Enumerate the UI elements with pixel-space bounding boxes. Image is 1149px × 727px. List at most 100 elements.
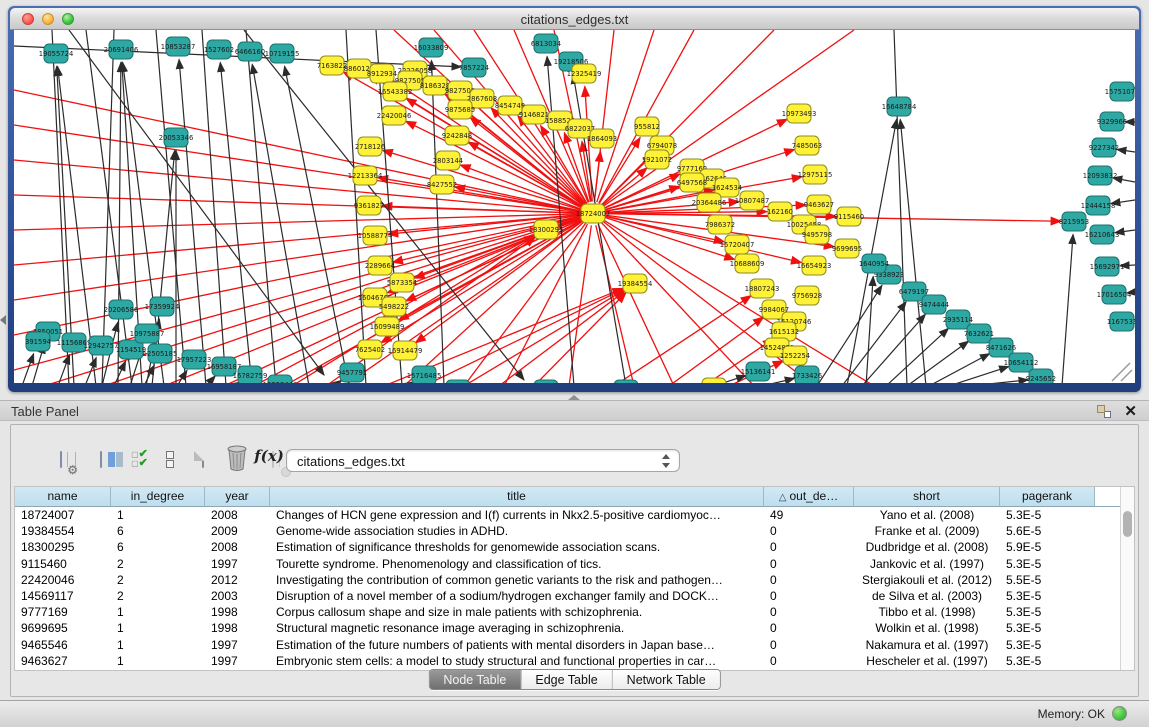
cell-in_degree: 1 xyxy=(111,653,205,669)
graph-node-label: 12093832 xyxy=(1083,172,1118,180)
graph-node-label: 10853287 xyxy=(161,43,196,51)
graph-node-label: 22420046 xyxy=(377,112,412,120)
graph-node-label: 15716485 xyxy=(407,372,442,380)
column-header-in_degree[interactable]: in_degree xyxy=(111,487,205,507)
table-row[interactable]: 1456911722003Disruption of a novel membe… xyxy=(15,588,1120,604)
black-edge xyxy=(969,380,1028,383)
cell-pagerank: 5.5E-5 xyxy=(1000,572,1095,588)
graph-node-label: 12444158 xyxy=(1081,202,1116,210)
graph-node-label: 9115460 xyxy=(834,213,864,221)
delete-table-icon[interactable] xyxy=(223,445,251,473)
cell-pagerank: 5.3E-5 xyxy=(1000,653,1095,669)
column-chooser-icon[interactable] xyxy=(87,445,115,473)
column-header-year[interactable]: year xyxy=(205,487,270,507)
float-window-icon[interactable] xyxy=(1097,405,1111,418)
cell-pagerank: 5.3E-5 xyxy=(1000,507,1095,523)
tab-node-table[interactable]: Node Table xyxy=(429,670,521,689)
graph-node-label: 2718126 xyxy=(355,143,385,151)
table-tabs-row: Node TableEdge TableNetwork Table xyxy=(11,669,1138,693)
column-header-out_degree[interactable]: △out_de… xyxy=(764,487,854,507)
function-builder-icon[interactable]: f(x) xyxy=(251,442,287,470)
table-row[interactable]: 2242004622012Investigating the contribut… xyxy=(15,572,1120,588)
cell-year: 2008 xyxy=(205,539,270,555)
table-row[interactable]: 911546021997Tourette syndrome. Phenomeno… xyxy=(15,556,1120,572)
graph-node-label: 1527602 xyxy=(204,46,234,54)
trash-icon xyxy=(225,445,249,471)
close-panel-icon[interactable]: ✕ xyxy=(1124,402,1137,420)
graph-node[interactable] xyxy=(534,380,558,383)
cell-year: 1998 xyxy=(205,620,270,636)
graph-node-label: 6479197 xyxy=(899,288,929,296)
black-edge xyxy=(431,60,444,383)
memory-ok-led[interactable] xyxy=(1112,706,1127,721)
cell-pagerank: 5.3E-5 xyxy=(1000,588,1095,604)
table-row[interactable]: 1830029562008Estimation of significance … xyxy=(15,539,1120,555)
collapse-arrow-icon[interactable] xyxy=(0,315,6,325)
table-settings-icon[interactable]: ⚙ xyxy=(47,445,75,473)
cell-year: 1997 xyxy=(205,637,270,653)
table-header: namein_degreeyeartitle△out_de…shortpager… xyxy=(15,487,1120,507)
cell-title: Structural magnetic resonance image aver… xyxy=(270,620,764,636)
graph-node-label: 16099489 xyxy=(370,323,405,331)
table-type-tabs: Node TableEdge TableNetwork Table xyxy=(428,669,720,690)
resize-grip-icon[interactable] xyxy=(1112,363,1132,381)
cell-out_degree: 0 xyxy=(764,637,854,653)
sort-ascending-icon: △ xyxy=(779,492,787,503)
cell-in_degree: 6 xyxy=(111,523,205,539)
table-row[interactable]: 1938455462009Genome-wide association stu… xyxy=(15,523,1120,539)
graph-node-label: 1624534 xyxy=(712,184,742,192)
table-row[interactable]: 969969511998Structural magnetic resonanc… xyxy=(15,620,1120,636)
red-edge xyxy=(424,289,623,383)
graph-node-label: 955812 xyxy=(634,123,660,131)
table-row[interactable]: 946554611997Estimation of the future num… xyxy=(15,637,1120,653)
network-graph[interactable]: 1905572420691406108532871527602646616010… xyxy=(14,30,1135,383)
table-panel-titlebar: Table Panel ✕ xyxy=(0,400,1149,421)
cell-year: 1997 xyxy=(205,653,270,669)
cell-title: Estimation of the future numbers of pati… xyxy=(270,637,764,653)
cell-pagerank: 5.3E-5 xyxy=(1000,556,1095,572)
graph-node-label: 1154519 xyxy=(116,346,146,354)
cell-out_degree: 0 xyxy=(764,572,854,588)
tab-edge-table[interactable]: Edge Table xyxy=(521,670,612,689)
graph-node-label: 9699695 xyxy=(832,245,862,253)
graph-node[interactable] xyxy=(446,380,470,383)
graph-node-label: 12325419 xyxy=(567,70,602,78)
black-edge xyxy=(1062,234,1073,383)
cell-in_degree: 1 xyxy=(111,637,205,653)
table-selector[interactable]: citations_edges.txt xyxy=(286,449,680,472)
cell-name: 9115460 xyxy=(15,556,111,572)
column-header-title[interactable]: title xyxy=(270,487,764,507)
graph-node-label: 1640954 xyxy=(859,260,889,268)
graph-node-label: 7857224 xyxy=(459,64,489,72)
tab-network-table[interactable]: Network Table xyxy=(613,670,720,689)
table-row[interactable]: 977716911998Corpus callosum shape and si… xyxy=(15,604,1120,620)
cell-in_degree: 6 xyxy=(111,539,205,555)
network-window-titlebar[interactable]: citations_edges.txt xyxy=(10,8,1139,30)
graph-node[interactable] xyxy=(614,380,638,383)
vertical-scrollbar[interactable] xyxy=(1120,487,1134,670)
table-row[interactable]: 1872400712008Changes of HCN gene express… xyxy=(15,507,1120,523)
graph-node-label: 18807243 xyxy=(745,285,780,293)
cell-name: 9699695 xyxy=(15,620,111,636)
column-header-name[interactable]: name xyxy=(15,487,111,507)
scrollbar-thumb[interactable] xyxy=(1123,511,1132,537)
graph-node-label: 16654923 xyxy=(797,262,832,270)
graph-node[interactable] xyxy=(702,378,726,383)
graph-node-label: 1167533 xyxy=(1107,318,1135,326)
rows-icon[interactable] xyxy=(156,445,184,473)
table-row[interactable]: 946362711997Embryonic stem cells: a mode… xyxy=(15,653,1120,669)
new-table-icon[interactable] xyxy=(189,445,217,473)
graph-node-label: 9474444 xyxy=(919,301,949,309)
column-header-short[interactable]: short xyxy=(854,487,1000,507)
column-checklist-icon[interactable]: ✔✔ xyxy=(125,445,153,473)
table-toolbar: ⚙ ✔✔ xyxy=(11,425,1138,481)
cell-name: 19384554 xyxy=(15,523,111,539)
column-header-pagerank[interactable]: pagerank xyxy=(1000,487,1095,507)
black-edge xyxy=(862,314,925,383)
graph-node-label: 12975115 xyxy=(798,171,833,179)
memory-status-label: Memory: OK xyxy=(1038,707,1105,721)
black-edge xyxy=(118,62,121,383)
table-panel-title: Table Panel xyxy=(11,404,79,419)
network-canvas[interactable]: 1905572420691406108532871527602646616010… xyxy=(14,30,1135,383)
black-edge xyxy=(907,341,968,383)
